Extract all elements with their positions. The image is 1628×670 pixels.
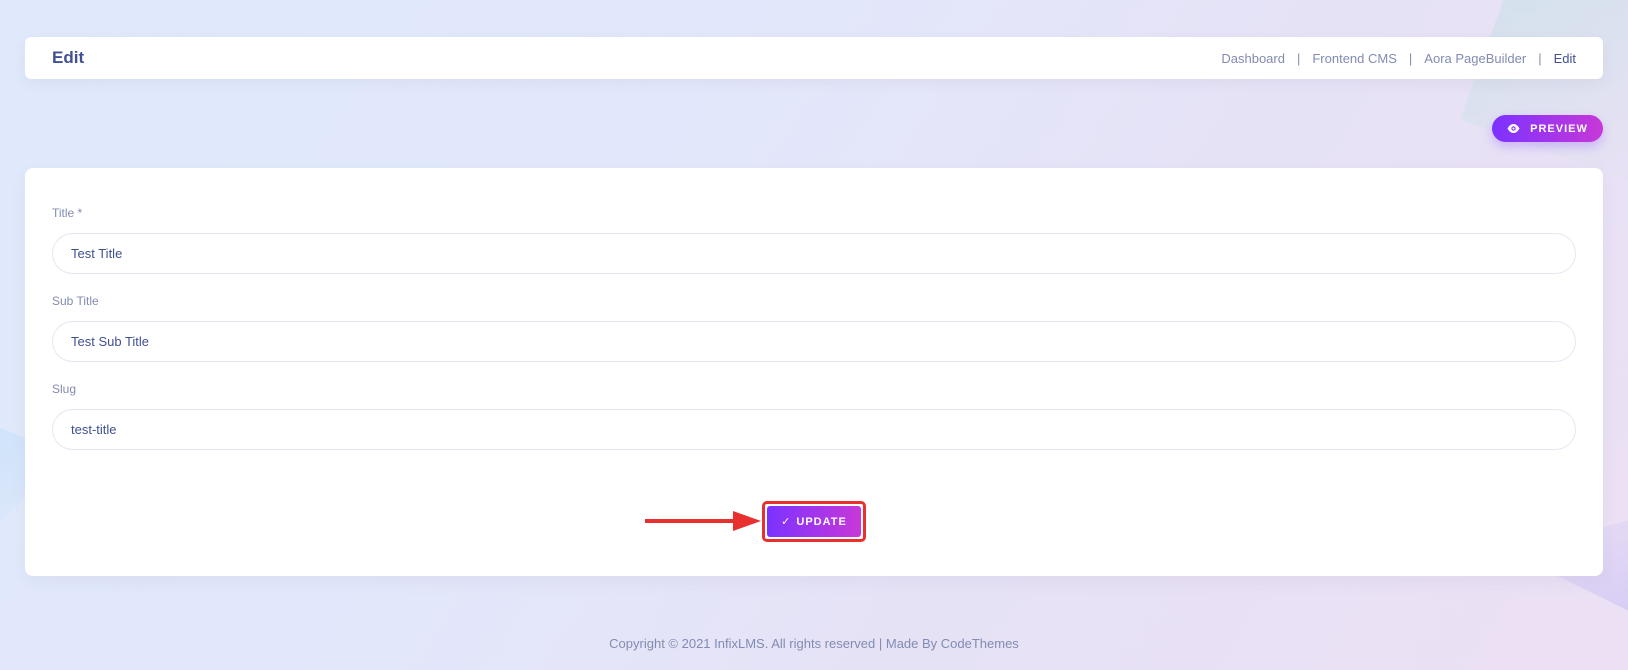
background-shape <box>1459 0 1628 189</box>
breadcrumb-dashboard[interactable]: Dashboard <box>1221 51 1285 66</box>
update-button[interactable]: ✓ UPDATE <box>767 506 861 537</box>
breadcrumb: Dashboard | Frontend CMS | Aora PageBuil… <box>1221 51 1576 66</box>
slug-input[interactable] <box>52 409 1576 450</box>
breadcrumb-aora-pagebuilder[interactable]: Aora PageBuilder <box>1424 51 1526 66</box>
title-label: Title * <box>52 206 83 220</box>
breadcrumb-separator: | <box>1538 50 1542 66</box>
update-button-highlight: ✓ UPDATE <box>762 501 866 542</box>
arrow-right-icon <box>645 511 761 531</box>
check-icon: ✓ <box>781 516 792 528</box>
breadcrumb-separator: | <box>1296 50 1301 66</box>
title-input[interactable] <box>52 233 1576 274</box>
breadcrumb-separator: | <box>1408 50 1413 66</box>
slug-label: Slug <box>52 382 77 396</box>
breadcrumb-edit: Edit <box>1553 50 1576 66</box>
footer-copyright: Copyright © 2021 InfixLMS. All rights re… <box>609 636 1019 651</box>
preview-button-label: PREVIEW <box>1530 122 1588 135</box>
edit-form-card: Title * Sub Title Slug ✓ UPDATE <box>25 168 1603 576</box>
update-button-label: UPDATE <box>796 515 847 528</box>
subtitle-label: Sub Title <box>52 294 99 308</box>
breadcrumb-frontend-cms[interactable]: Frontend CMS <box>1312 51 1397 66</box>
eye-icon <box>1507 124 1520 133</box>
preview-button[interactable]: PREVIEW <box>1492 115 1603 142</box>
subtitle-input[interactable] <box>52 321 1576 362</box>
page-header: Edit Dashboard | Frontend CMS | Aora Pag… <box>25 37 1603 79</box>
page-title: Edit <box>52 48 85 67</box>
